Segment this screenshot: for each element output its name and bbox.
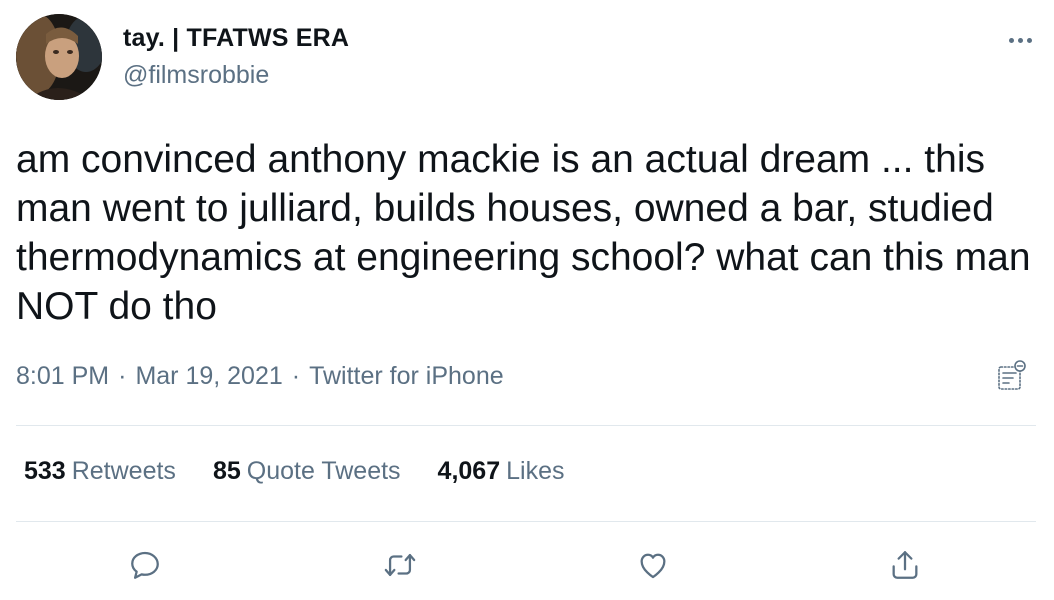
- retweet-icon: [384, 553, 416, 577]
- like-button[interactable]: [633, 545, 673, 585]
- quotes-label: Quote Tweets: [246, 457, 401, 485]
- avatar[interactable]: [16, 14, 102, 100]
- tweet-meta: 8:01 PM · Mar 19, 2021 · Twitter for iPh…: [16, 362, 504, 391]
- like-icon: [640, 553, 666, 579]
- reply-button[interactable]: [125, 545, 165, 585]
- share-button[interactable]: [885, 545, 925, 585]
- action-bar: [0, 545, 1054, 585]
- retweets-label: Retweets: [71, 457, 176, 485]
- retweets-count: 533: [24, 457, 66, 485]
- tweet-stats: 533 Retweets 85 Quote Tweets 4,067 Likes: [24, 457, 601, 486]
- tweet-time[interactable]: 8:01 PM: [16, 362, 109, 391]
- divider: [16, 521, 1036, 522]
- share-icon: [892, 551, 918, 579]
- retweet-button[interactable]: [380, 545, 420, 585]
- reply-icon: [131, 551, 159, 579]
- quotes-count: 85: [212, 457, 241, 485]
- tweet-date[interactable]: Mar 19, 2021: [135, 362, 282, 391]
- more-icon: [1026, 37, 1032, 43]
- tweet-source[interactable]: Twitter for iPhone: [309, 362, 504, 391]
- likes-stat[interactable]: 4,067 Likes: [438, 457, 565, 486]
- divider: [16, 425, 1036, 426]
- more-icon: [1017, 37, 1023, 43]
- analytics-icon[interactable]: [996, 359, 1026, 393]
- avatar-image: [16, 14, 102, 100]
- more-icon: [1008, 37, 1014, 43]
- display-name[interactable]: tay. | TFATWS ERA: [123, 24, 349, 53]
- likes-label: Likes: [506, 457, 565, 485]
- meta-separator: ·: [291, 362, 301, 390]
- user-handle[interactable]: @filmsrobbie: [123, 61, 269, 90]
- tweet-card: tay. | TFATWS ERA @filmsrobbie am convin…: [0, 0, 1054, 600]
- tweet-text: am convinced anthony mackie is an actual…: [16, 138, 1042, 328]
- quote-tweets-stat[interactable]: 85 Quote Tweets: [213, 457, 401, 486]
- retweets-stat[interactable]: 533 Retweets: [24, 457, 176, 486]
- more-button[interactable]: [1004, 28, 1036, 52]
- likes-count: 4,067: [437, 457, 501, 485]
- meta-separator: ·: [118, 362, 127, 390]
